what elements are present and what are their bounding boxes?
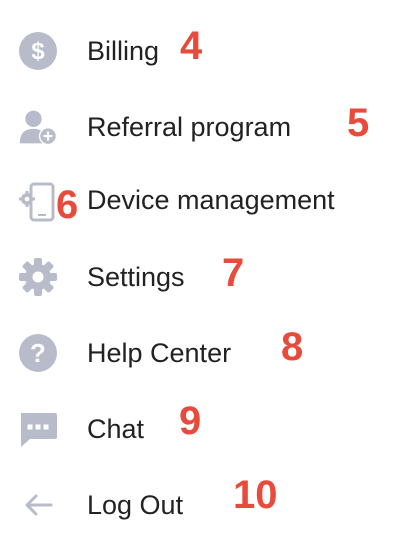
- menu-item-label: Settings: [87, 262, 185, 292]
- menu-item-label: Log Out: [87, 490, 184, 520]
- menu-item-label: Referral program: [87, 112, 292, 142]
- question-circle-icon: ?: [18, 333, 58, 373]
- svg-text:$: $: [31, 38, 45, 65]
- annotation-number: 5: [347, 101, 370, 145]
- arrow-left-icon: [18, 485, 58, 525]
- gear-icon: [18, 257, 58, 297]
- dollar-circle-icon: $: [18, 31, 58, 71]
- menu-item-label: Device management: [87, 185, 335, 215]
- annotation-number: 7: [222, 251, 245, 295]
- menu-item-help-center[interactable]: ? Help Center 8: [0, 319, 412, 379]
- add-user-icon: [18, 107, 58, 147]
- menu-item-billing[interactable]: $ Billing 4: [0, 17, 412, 77]
- annotation-number: 4: [180, 24, 203, 68]
- side-menu: $ Billing 4 Referral program 5 6 Device …: [0, 0, 412, 546]
- menu-item-chat[interactable]: Chat 9: [0, 395, 412, 455]
- annotation-number: 6: [56, 183, 79, 227]
- annotation-number: 8: [281, 325, 304, 369]
- menu-item-device-management[interactable]: 6 Device management: [0, 168, 412, 228]
- annotation-number: 9: [179, 399, 202, 443]
- svg-text:?: ?: [30, 338, 46, 368]
- menu-item-label: Billing: [87, 36, 160, 66]
- menu-item-log-out[interactable]: Log Out 10: [0, 471, 412, 531]
- menu-item-label: Chat: [87, 414, 145, 444]
- menu-item-label: Help Center: [87, 338, 232, 368]
- device-settings-icon: [18, 182, 58, 222]
- menu-item-settings[interactable]: Settings 7: [0, 243, 412, 303]
- chat-bubble-icon: [18, 409, 58, 449]
- annotation-number: 10: [233, 473, 278, 517]
- menu-item-referral-program[interactable]: Referral program 5: [0, 93, 412, 153]
